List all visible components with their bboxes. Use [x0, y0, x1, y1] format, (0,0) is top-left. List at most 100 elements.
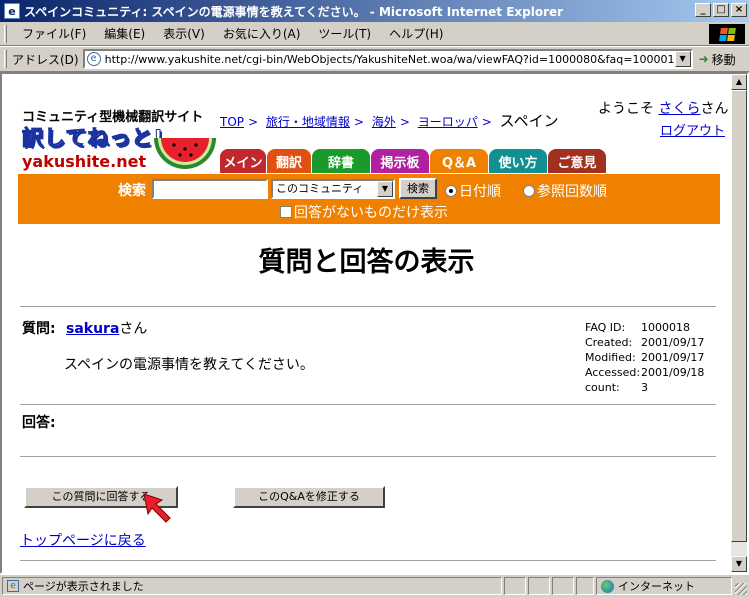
breadcrumb-separator: >: [248, 115, 259, 129]
watermelon-icon: [154, 138, 216, 169]
page-icon: e: [86, 52, 101, 66]
breadcrumb-travel[interactable]: 旅行・地域情報: [266, 115, 350, 129]
address-url: http://www.yakushite.net/cgi-bin/WebObje…: [104, 52, 682, 66]
search-scope-select[interactable]: このコミュニティ ▼: [271, 179, 395, 199]
status-message-panel: e ページが表示されました: [2, 577, 502, 595]
meta-value: 3: [641, 381, 648, 394]
question-author-link[interactable]: sakura: [66, 321, 119, 337]
site-domain: yakushite.net: [22, 152, 147, 171]
go-label: 移動: [711, 52, 736, 67]
breadcrumb-current: スペイン: [499, 112, 559, 130]
address-label: アドレス(D): [12, 52, 79, 67]
web-page: コミュニティ型機械翻訳サイト 訳してねっと! yakushite.net TOP…: [2, 74, 731, 572]
menu-favorites[interactable]: お気に入り(A): [214, 25, 310, 42]
scroll-thumb[interactable]: [731, 90, 747, 542]
unanswered-checkbox[interactable]: [280, 206, 292, 218]
search-label: 検索: [118, 183, 146, 199]
question-author-suffix: さん: [119, 321, 148, 337]
main-tabs: メイン 翻訳 辞書 掲示板 Q＆A 使い方 ご意見: [220, 149, 606, 173]
scroll-down-button[interactable]: ▼: [731, 556, 747, 572]
go-button[interactable]: ➜ 移動: [699, 51, 736, 68]
minimize-button[interactable]: _: [695, 3, 711, 17]
maximize-button[interactable]: □: [713, 3, 729, 17]
toolbar-grip[interactable]: [4, 24, 7, 43]
status-bar: e ページが表示されました インターネット: [0, 574, 749, 597]
windows-logo-icon: [709, 24, 745, 44]
menu-edit[interactable]: 編集(E): [95, 25, 154, 42]
scroll-up-button[interactable]: ▲: [731, 74, 747, 90]
tab-howto[interactable]: 使い方: [489, 149, 547, 173]
meta-value: 2001/09/17: [641, 336, 705, 349]
question-text: スペインの電源事情を教えてください。: [64, 357, 314, 373]
site-logo[interactable]: 訳してねっと!: [22, 122, 164, 152]
welcome-message: ようこそ さくらさん: [598, 98, 728, 118]
menu-view[interactable]: 表示(V): [154, 25, 214, 42]
menu-tools[interactable]: ツール(T): [309, 25, 380, 42]
security-zone-label: インターネット: [618, 580, 695, 593]
sort-date-radio[interactable]: [445, 185, 457, 197]
meta-key: Accessed:: [585, 366, 641, 379]
welcome-suffix: さん: [700, 101, 729, 117]
status-panel: [504, 577, 526, 595]
menu-bar: ファイル(F) 編集(E) 表示(V) お気に入り(A) ツール(T) ヘルプ(…: [0, 22, 749, 46]
menu-file[interactable]: ファイル(F): [13, 25, 95, 42]
window-titlebar: e スペインコミュニティ: スペインの電源事情を教えてください。 - Micro…: [0, 0, 749, 22]
resize-grip[interactable]: [735, 583, 747, 595]
divider: [20, 306, 716, 307]
chevron-down-icon[interactable]: ▼: [377, 181, 393, 197]
question-author: sakuraさん: [66, 318, 147, 338]
unanswered-option[interactable]: 回答がないものだけ表示: [280, 202, 448, 222]
back-to-top-link[interactable]: トップページに戻る: [20, 530, 146, 550]
logout-link[interactable]: ログアウト: [660, 120, 725, 139]
toolbar-grip[interactable]: [4, 50, 7, 68]
page-done-icon: e: [7, 580, 19, 592]
address-dropdown-button[interactable]: ▼: [674, 51, 691, 67]
meta-key: Created:: [585, 336, 633, 349]
status-panel: [528, 577, 550, 595]
close-button[interactable]: ×: [731, 3, 747, 17]
sort-date-option[interactable]: 日付順: [445, 181, 501, 201]
divider: [20, 456, 716, 457]
globe-icon: [601, 579, 614, 593]
meta-value: 2001/09/17: [641, 351, 705, 364]
welcome-greeting: ようこそ: [598, 101, 654, 117]
search-input[interactable]: [152, 179, 268, 199]
sort-views-option[interactable]: 参照回数順: [523, 181, 607, 201]
tab-board[interactable]: 掲示板: [371, 149, 429, 173]
sort-views-radio[interactable]: [523, 185, 535, 197]
tab-feedback[interactable]: ご意見: [548, 149, 606, 173]
divider: [20, 404, 716, 405]
search-button[interactable]: 検索: [399, 178, 437, 199]
security-zone: インターネット: [596, 577, 732, 595]
answer-label: 回答:: [22, 415, 56, 431]
username-link[interactable]: さくら: [658, 101, 700, 117]
unanswered-label: 回答がないものだけ表示: [294, 205, 448, 221]
tab-qa[interactable]: Q＆A: [430, 149, 488, 173]
pointer-arrow-icon: [143, 493, 171, 523]
page-title: 質問と回答の表示: [258, 247, 475, 278]
breadcrumb-europe[interactable]: ヨーロッパ: [418, 115, 478, 129]
breadcrumb-top[interactable]: TOP: [220, 115, 244, 129]
meta-value: 2001/09/18: [641, 366, 705, 379]
menu-help[interactable]: ヘルプ(H): [380, 25, 452, 42]
address-input[interactable]: e http://www.yakushite.net/cgi-bin/WebOb…: [82, 49, 693, 69]
address-bar: アドレス(D) e http://www.yakushite.net/cgi-b…: [0, 46, 749, 72]
search-bar: 検索 このコミュニティ ▼ 検索 日付順 参照回数順 回答がないものだけ表示: [18, 174, 720, 224]
question-label: 質問:: [22, 321, 56, 337]
sort-date-label: 日付順: [459, 184, 501, 200]
tab-main[interactable]: メイン: [220, 149, 266, 173]
meta-key: FAQ ID:: [585, 321, 626, 334]
edit-qa-button[interactable]: このQ&Aを修正する: [233, 486, 385, 508]
go-arrow-icon: ➜: [698, 52, 709, 66]
breadcrumb-separator: >: [481, 115, 492, 129]
meta-key: count:: [585, 381, 620, 394]
meta-key: Modified:: [585, 351, 636, 364]
sort-views-label: 参照回数順: [537, 184, 607, 200]
browser-viewport: コミュニティ型機械翻訳サイト 訳してねっと! yakushite.net TOP…: [0, 72, 749, 574]
tab-translate[interactable]: 翻訳: [267, 149, 311, 173]
breadcrumb-separator: >: [353, 115, 364, 129]
vertical-scrollbar[interactable]: ▲ ▼: [731, 74, 747, 572]
tab-dictionary[interactable]: 辞書: [312, 149, 370, 173]
window-title: スペインコミュニティ: スペインの電源事情を教えてください。 - Microso…: [24, 4, 564, 19]
breadcrumb-overseas[interactable]: 海外: [372, 115, 396, 129]
